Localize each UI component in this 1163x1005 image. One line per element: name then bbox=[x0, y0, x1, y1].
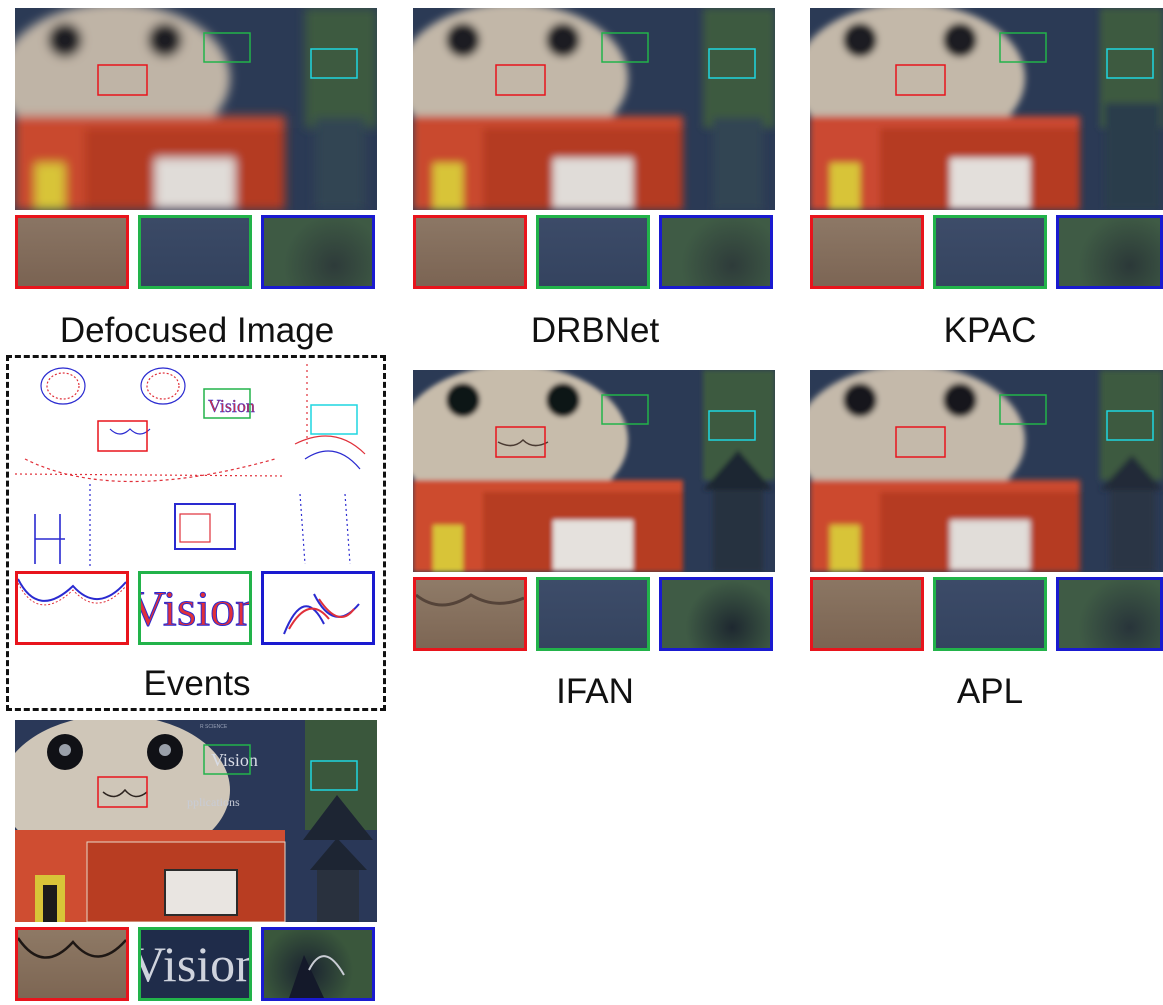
panel-defocused bbox=[15, 8, 379, 293]
crop-blue bbox=[1056, 577, 1163, 651]
crop-vision-text: Vision bbox=[141, 580, 249, 637]
crop-red bbox=[15, 927, 129, 1001]
crop-blue bbox=[659, 577, 773, 651]
caption-drbnet: DRBNet bbox=[530, 311, 660, 350]
crop-red bbox=[413, 215, 527, 289]
crop-green bbox=[138, 215, 252, 289]
crop-red bbox=[810, 215, 924, 289]
panel-events: Vision Vision bbox=[15, 364, 379, 649]
crop-green bbox=[933, 577, 1047, 651]
panel-result: Vision pplications R SCIENCE Vision bbox=[15, 720, 379, 1005]
crop-blue bbox=[659, 215, 773, 289]
defocused-image bbox=[15, 8, 377, 210]
crop-red bbox=[15, 571, 129, 645]
panel-ifan bbox=[413, 370, 777, 655]
apl-image bbox=[810, 370, 1163, 572]
caption-apl: APL bbox=[956, 672, 1024, 711]
result-applications-text: pplications bbox=[187, 795, 240, 809]
drbnet-image bbox=[413, 8, 775, 210]
crop-vision-text: Vision bbox=[141, 936, 249, 992]
result-science-text: R SCIENCE bbox=[200, 724, 228, 730]
crop-green bbox=[933, 215, 1047, 289]
crop-red bbox=[15, 215, 129, 289]
ifan-image bbox=[413, 370, 775, 572]
crop-blue bbox=[261, 571, 375, 645]
panel-kpac bbox=[810, 8, 1163, 293]
kpac-image bbox=[810, 8, 1163, 210]
result-image: Vision pplications R SCIENCE bbox=[15, 720, 377, 922]
crop-blue bbox=[261, 927, 375, 1001]
panel-apl bbox=[810, 370, 1163, 655]
result-vision-text: Vision bbox=[211, 750, 258, 770]
crop-green: Vision bbox=[138, 571, 252, 645]
panel-drbnet bbox=[413, 8, 777, 293]
events-image: Vision bbox=[15, 364, 377, 566]
caption-ifan: IFAN bbox=[556, 672, 634, 711]
crop-red bbox=[413, 577, 527, 651]
crop-green: Vision bbox=[138, 927, 252, 1001]
caption-defocused: Defocused Image bbox=[59, 311, 335, 350]
caption-events: Events bbox=[143, 664, 251, 703]
crop-green bbox=[536, 215, 650, 289]
crop-green bbox=[536, 577, 650, 651]
events-vision-text: Vision bbox=[208, 396, 255, 416]
crop-blue bbox=[1056, 215, 1163, 289]
crop-blue bbox=[261, 215, 375, 289]
caption-kpac: KPAC bbox=[943, 311, 1037, 350]
crop-red bbox=[810, 577, 924, 651]
